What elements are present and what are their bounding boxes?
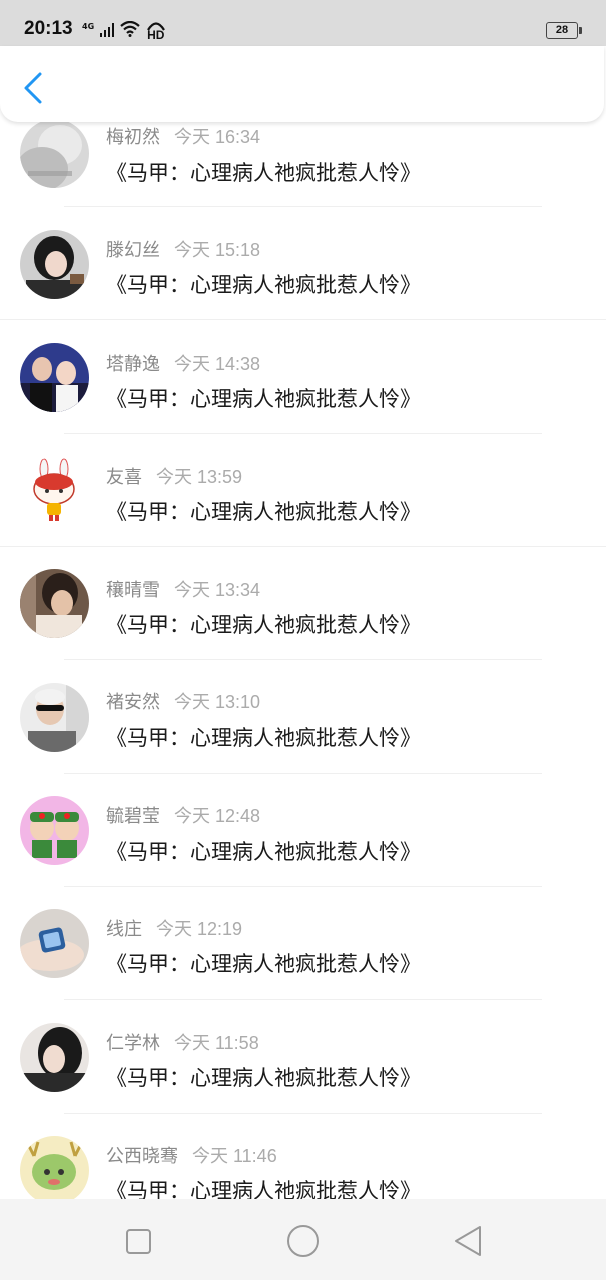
- avatar[interactable]: [20, 796, 89, 865]
- recents-button[interactable]: [118, 1221, 158, 1261]
- message-text: 《马甲：心理病人祂疯批惹人怜》: [106, 161, 421, 185]
- square-recents-icon: [126, 1229, 151, 1254]
- battery-icon: 28: [546, 22, 582, 39]
- message-time: 今天 13:10: [174, 692, 261, 712]
- back-button[interactable]: [12, 66, 52, 110]
- avatar[interactable]: [20, 230, 89, 299]
- hd-call-icon: HD: [146, 21, 166, 42]
- message-text: 《马甲：心理病人祂疯批惹人怜》: [106, 613, 421, 637]
- message-text: 《马甲：心理病人祂疯批惹人怜》: [106, 387, 421, 411]
- divider: [0, 319, 606, 320]
- avatar[interactable]: [20, 909, 89, 978]
- avatar[interactable]: [20, 569, 89, 638]
- nav-back-button[interactable]: [448, 1221, 488, 1261]
- message-text: 《马甲：心理病人祂疯批惹人怜》: [106, 500, 421, 524]
- list-item[interactable]: 塔静逸 今天 14:38 《马甲：心理病人祂疯批惹人怜》: [0, 327, 606, 440]
- list-item[interactable]: 友喜 今天 13:59 《马甲：心理病人祂疯批惹人怜》: [0, 440, 606, 553]
- message-time: 今天 13:34: [174, 580, 261, 600]
- message-text: 《马甲：心理病人祂疯批惹人怜》: [106, 273, 421, 297]
- avatar[interactable]: [20, 119, 89, 188]
- divider: [64, 206, 542, 207]
- divider: [0, 546, 606, 547]
- divider: [64, 999, 542, 1000]
- divider: [64, 1113, 542, 1114]
- screen: 梅初然 今天 16:34 《马甲：心理病人祂疯批惹人怜》 滕幻丝 今天 15:18 …: [0, 0, 606, 1280]
- divider: [64, 433, 542, 434]
- message-time: 今天 13:59: [156, 467, 243, 487]
- sender-name: 线庄 今天 12:19: [106, 919, 243, 940]
- message-time: 今天 11:58: [174, 1033, 259, 1053]
- avatar[interactable]: [20, 683, 89, 752]
- message-text: 《马甲：心理病人祂疯批惹人怜》: [106, 840, 421, 864]
- triangle-back-icon: [455, 1226, 481, 1256]
- nav-bar: [0, 1199, 606, 1280]
- status-icons: 4G HD: [82, 20, 166, 42]
- avatar[interactable]: [20, 1136, 89, 1205]
- network-type: 4G: [82, 22, 95, 31]
- sender-name: 毓碧莹 今天 12:48: [106, 806, 261, 827]
- status-bar: 20:13 4G HD 28: [0, 0, 606, 46]
- wifi-icon: [120, 20, 140, 41]
- message-time: 今天 12:19: [156, 919, 243, 939]
- list-item[interactable]: 穰晴雪 今天 13:34 《马甲：心理病人祂疯批惹人怜》: [0, 553, 606, 666]
- sender-name: 塔静逸 今天 14:38: [106, 354, 261, 375]
- message-text: 《马甲：心理病人祂疯批惹人怜》: [106, 952, 421, 976]
- message-time: 今天 15:18: [174, 240, 261, 260]
- sender-name: 穰晴雪 今天 13:34: [106, 580, 261, 601]
- sender-name: 褚安然 今天 13:10: [106, 692, 261, 713]
- list-item[interactable]: 褚安然 今天 13:10 《马甲：心理病人祂疯批惹人怜》: [0, 667, 606, 780]
- chevron-left-icon: [24, 72, 42, 104]
- hd-label: HD: [147, 28, 165, 42]
- sender-name: 仁学林 今天 11:58: [106, 1033, 259, 1054]
- signal-icon: [100, 22, 115, 41]
- list-item[interactable]: 毓碧莹 今天 12:48 《马甲：心理病人祂疯批惹人怜》: [0, 780, 606, 893]
- divider: [64, 886, 542, 887]
- list-item[interactable]: 线庄 今天 12:19 《马甲：心理病人祂疯批惹人怜》: [0, 893, 606, 1006]
- message-time: 今天 11:46: [192, 1146, 277, 1166]
- circle-home-icon: [287, 1225, 319, 1257]
- sender-name: 友喜 今天 13:59: [106, 467, 243, 488]
- divider: [64, 659, 542, 660]
- avatar[interactable]: [20, 343, 89, 412]
- header: [0, 46, 604, 122]
- sender-name: 公西晓骞 今天 11:46: [106, 1146, 277, 1167]
- message-time: 今天 14:38: [174, 354, 261, 374]
- avatar[interactable]: [20, 1023, 89, 1092]
- sender-name: 滕幻丝 今天 15:18: [106, 240, 261, 261]
- divider: [64, 773, 542, 774]
- message-text: 《马甲：心理病人祂疯批惹人怜》: [106, 726, 421, 750]
- home-button[interactable]: [283, 1221, 323, 1261]
- status-time: 20:13: [24, 18, 73, 39]
- sender-name: 梅初然 今天 16:34: [106, 127, 261, 148]
- message-time: 今天 12:48: [174, 806, 261, 826]
- message-text: 《马甲：心理病人祂疯批惹人怜》: [106, 1066, 421, 1090]
- avatar[interactable]: [20, 457, 89, 526]
- list-item[interactable]: 仁学林 今天 11:58 《马甲：心理病人祂疯批惹人怜》: [0, 1007, 606, 1120]
- list-item[interactable]: 滕幻丝 今天 15:18 《马甲：心理病人祂疯批惹人怜》: [0, 213, 606, 326]
- message-time: 今天 16:34: [174, 127, 261, 147]
